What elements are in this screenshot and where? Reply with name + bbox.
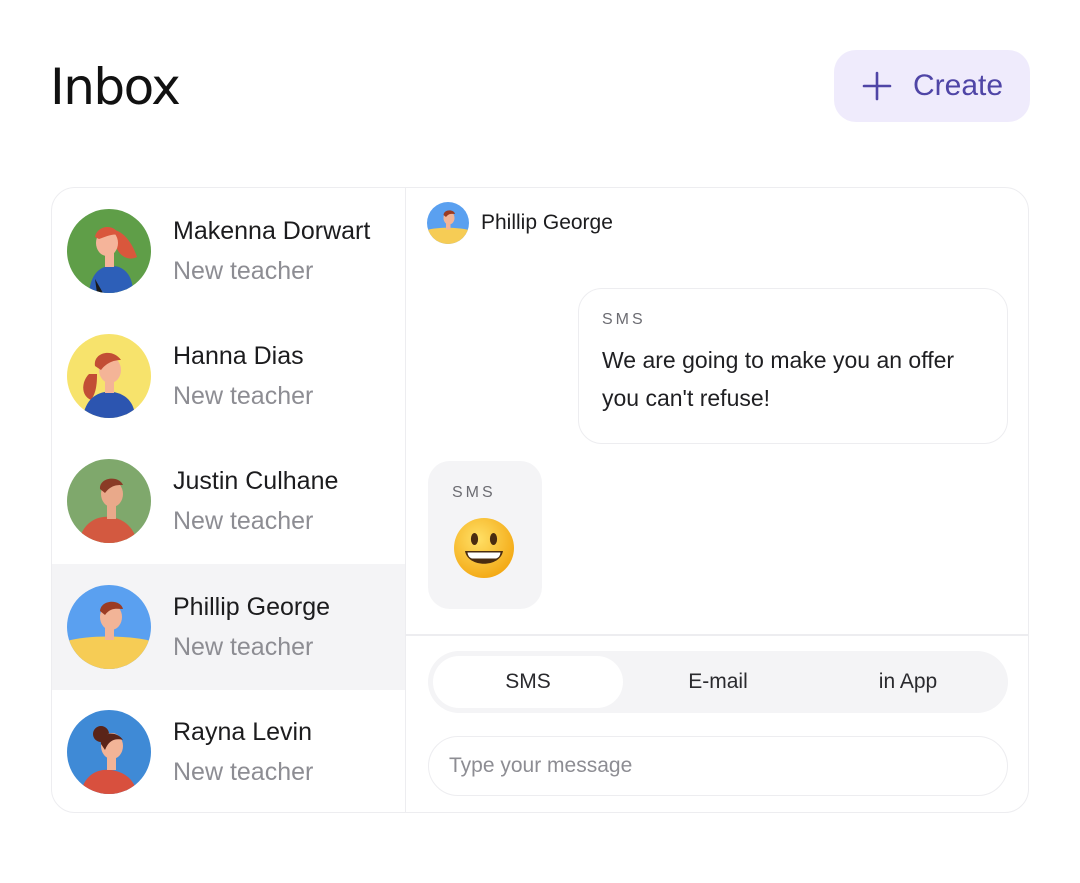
- message-channel-label: SMS: [602, 311, 646, 328]
- avatar: [67, 584, 151, 669]
- contact-item-justin-culhane[interactable]: Justin Culhane New teacher: [52, 439, 405, 564]
- inbox-card: Makenna Dorwart New teacher Hanna Dias N…: [51, 187, 1029, 813]
- channel-switch: SMS E-mail in App: [428, 651, 1008, 713]
- contact-item-makenna-dorwart[interactable]: Makenna Dorwart New teacher: [52, 188, 405, 313]
- message-bubble-outgoing: SMS We are going to make you an offer yo…: [578, 288, 1008, 444]
- contact-item-phillip-george[interactable]: Phillip George New teacher: [52, 564, 405, 690]
- channel-tab-sms[interactable]: SMS: [433, 656, 623, 708]
- chat-contact-name: Phillip George: [481, 211, 613, 234]
- avatar: [67, 710, 151, 795]
- avatar: [67, 334, 151, 419]
- contact-role: New teacher: [173, 256, 314, 285]
- contact-name: Rayna Levin: [173, 718, 312, 747]
- contact-role: New teacher: [173, 382, 314, 411]
- grinning-face-emoji: [452, 516, 516, 580]
- message-bubble-incoming: SMS: [428, 461, 542, 609]
- message-text: We are going to make you an offer you ca…: [602, 347, 955, 411]
- chat-header: Phillip George: [427, 202, 613, 244]
- contact-role: New teacher: [173, 507, 314, 536]
- page-title: Inbox: [50, 58, 181, 116]
- avatar: [67, 208, 151, 293]
- contact-list: Makenna Dorwart New teacher Hanna Dias N…: [52, 188, 406, 812]
- contact-item-rayna-levin[interactable]: Rayna Levin New teacher: [52, 690, 405, 812]
- channel-tab-in-app[interactable]: in App: [813, 656, 1003, 708]
- channel-tab-email[interactable]: E-mail: [623, 656, 813, 708]
- contact-role: New teacher: [173, 632, 314, 661]
- contact-role: New teacher: [173, 758, 314, 787]
- create-button-label: Create: [913, 69, 1004, 102]
- contact-name: Phillip George: [173, 592, 331, 621]
- avatar: [427, 202, 469, 244]
- inbox-page: Inbox Create Makenna Dorwart New teacher…: [0, 0, 1080, 883]
- contact-name: Makenna Dorwart: [173, 216, 371, 245]
- avatar: [67, 459, 151, 544]
- conversation-panel: Phillip George SMS We are going to make …: [406, 188, 1028, 812]
- composer-divider: [406, 634, 1028, 636]
- message-channel-label: SMS: [452, 484, 496, 501]
- contact-name: Hanna Dias: [173, 342, 304, 371]
- plus-icon: [861, 70, 893, 102]
- create-button[interactable]: Create: [834, 50, 1030, 122]
- contact-name: Justin Culhane: [173, 467, 339, 496]
- contact-item-hanna-dias[interactable]: Hanna Dias New teacher: [52, 313, 405, 438]
- message-input[interactable]: [428, 736, 1008, 796]
